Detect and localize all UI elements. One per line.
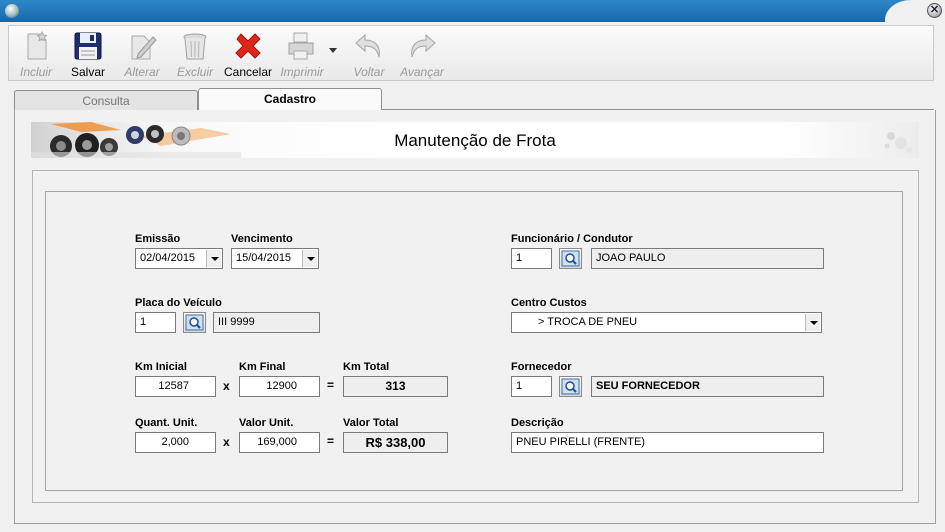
km-final-label: Km Final [239, 361, 286, 373]
window-titlebar: ✕ [0, 0, 945, 22]
alterar-button[interactable]: Alterar [117, 28, 167, 80]
fornecedor-code-input[interactable]: 1 [511, 376, 552, 397]
printer-icon [288, 32, 314, 60]
new-document-icon [27, 30, 48, 60]
excluir-button[interactable]: Excluir [171, 28, 219, 80]
edit-pen-icon [131, 35, 157, 60]
tab-cadastro[interactable]: Cadastro [198, 88, 382, 110]
valor-unit-input[interactable]: 169,000 [239, 432, 320, 453]
quant-unit-input[interactable]: 2,000 [135, 432, 216, 453]
red-x-icon [235, 33, 261, 59]
km-multiply-symbol: x [223, 379, 230, 393]
toolbar: Incluir Salvar Alterar Excluir Cancelar … [8, 25, 934, 81]
floppy-disk-icon [74, 32, 102, 60]
voltar-button[interactable]: Voltar [347, 28, 391, 80]
quant-unit-label: Quant. Unit. [135, 417, 198, 429]
centro-custos-dropdown-icon[interactable] [805, 314, 820, 331]
km-equals-symbol: = [327, 378, 335, 392]
fornecedor-description-field: SEU FORNECEDOR [591, 376, 824, 397]
vencimento-value: 15/04/2015 [236, 252, 292, 264]
centro-custos-value: > TROCA DE PNEU [538, 316, 638, 328]
funcionario-description-field: JOAO PAULO [591, 248, 824, 269]
vencimento-date-picker[interactable]: 15/04/2015 [231, 248, 319, 269]
placa-description-field: III 9999 [213, 312, 320, 333]
km-total-label: Km Total [343, 361, 390, 373]
funcionario-search-button[interactable] [559, 248, 582, 269]
centro-custos-label: Centro Custos [511, 297, 587, 309]
vencimento-label: Vencimento [231, 233, 293, 245]
valor-total-label: Valor Total [343, 417, 399, 429]
funcionario-label: Funcionário / Condutor [511, 233, 633, 245]
alterar-label: Alterar [124, 65, 160, 79]
imprimir-button[interactable]: Imprimir [275, 28, 339, 80]
salvar-label: Salvar [70, 65, 105, 79]
descricao-input[interactable]: PNEU PIRELLI (FRENTE) [511, 432, 824, 453]
centro-custos-select[interactable]: > TROCA DE PNEU [511, 312, 822, 333]
descricao-label: Descrição [511, 417, 564, 429]
cadastro-panel: Manutenção de Frota Emissão 02/04/2015 V… [14, 110, 936, 524]
cancelar-button[interactable]: Cancelar [221, 28, 275, 80]
vencimento-dropdown-icon[interactable] [302, 250, 317, 267]
decorative-bubbles-icon [884, 132, 912, 153]
tab-strip: Consulta Cadastro [14, 88, 934, 110]
undo-arrow-icon [355, 33, 380, 58]
page-header-banner: Manutenção de Frota [31, 122, 919, 158]
page-title: Manutenção de Frota [394, 131, 556, 150]
valor-multiply-symbol: x [223, 435, 230, 449]
magnifier-icon [561, 378, 580, 395]
km-inicial-label: Km Inicial [135, 361, 187, 373]
avancar-label: Avançar [400, 65, 444, 79]
placa-label: Placa do Veículo [135, 297, 222, 309]
avancar-button[interactable]: Avançar [397, 28, 447, 80]
salvar-button[interactable]: Salvar [65, 28, 111, 80]
emissao-label: Emissão [135, 233, 181, 245]
fornecedor-label: Fornecedor [511, 361, 572, 373]
close-icon[interactable]: ✕ [927, 3, 942, 18]
km-final-input[interactable]: 12900 [239, 376, 320, 397]
funcionario-code-input[interactable]: 1 [511, 248, 552, 269]
emissao-dropdown-icon[interactable] [206, 250, 221, 267]
emissao-value: 02/04/2015 [140, 252, 196, 264]
imprimir-dropdown-icon[interactable] [329, 48, 337, 54]
voltar-label: Voltar [353, 65, 385, 79]
trash-can-icon [183, 33, 207, 60]
redo-arrow-icon [411, 33, 436, 58]
app-orb-icon[interactable] [5, 4, 19, 18]
placa-code-input[interactable]: 1 [135, 312, 176, 333]
tab-consulta[interactable]: Consulta [14, 90, 198, 110]
km-total-field: 313 [343, 376, 448, 397]
cancelar-label: Cancelar [223, 65, 273, 79]
valor-equals-symbol: = [327, 434, 335, 448]
placa-search-button[interactable] [183, 312, 206, 333]
magnifier-icon [185, 314, 204, 331]
magnifier-icon [561, 250, 580, 267]
valor-total-field: R$ 338,00 [343, 432, 448, 453]
excluir-label: Excluir [176, 65, 213, 79]
incluir-button[interactable]: Incluir [11, 28, 61, 80]
valor-unit-label: Valor Unit. [239, 417, 294, 429]
emissao-date-picker[interactable]: 02/04/2015 [135, 248, 223, 269]
incluir-label: Incluir [19, 65, 52, 79]
imprimir-label: Imprimir [280, 65, 324, 79]
fornecedor-search-button[interactable] [559, 376, 582, 397]
km-inicial-input[interactable]: 12587 [135, 376, 216, 397]
